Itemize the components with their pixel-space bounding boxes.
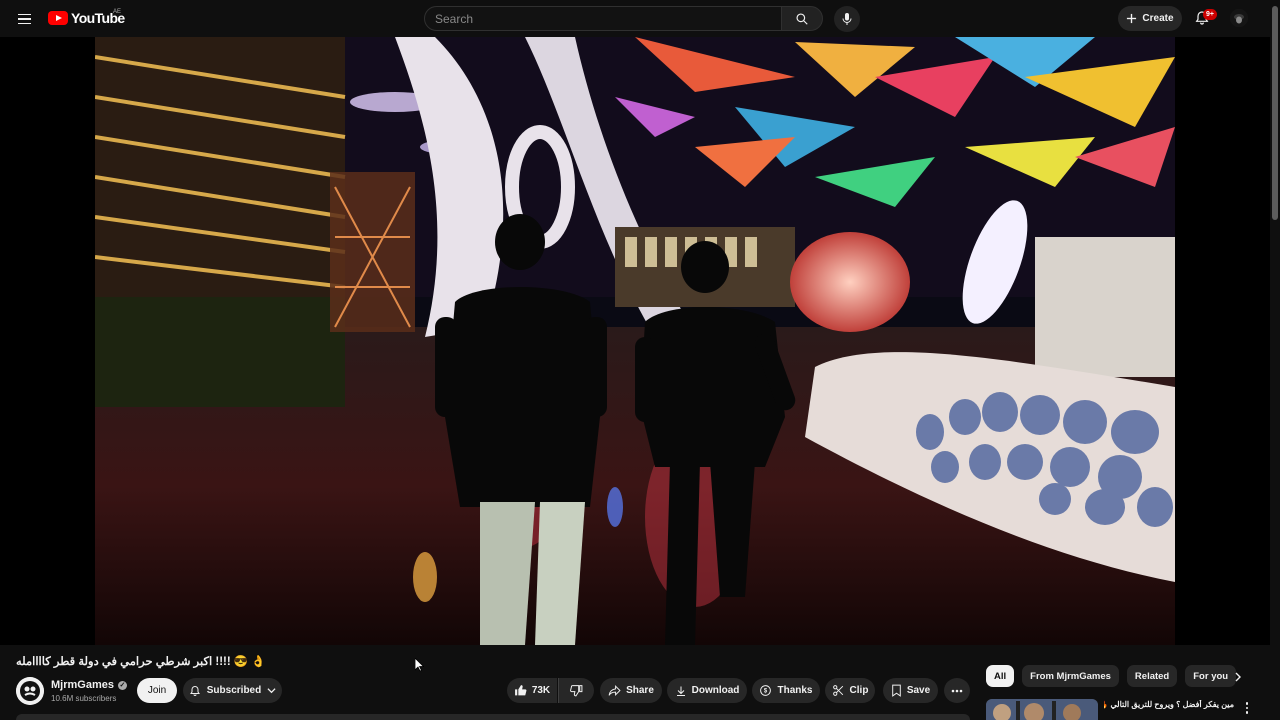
- video-frame[interactable]: [95, 37, 1175, 645]
- share-button[interactable]: Share: [600, 678, 662, 703]
- save-button[interactable]: Save: [883, 678, 938, 703]
- notification-badge: 9+: [1203, 9, 1217, 20]
- description-box[interactable]: [16, 714, 970, 720]
- mouse-cursor-icon: [415, 658, 424, 672]
- region-code: AE: [113, 9, 122, 15]
- thumbnail-image: [986, 699, 1098, 720]
- video-player[interactable]: [0, 37, 1270, 645]
- bell-icon: [189, 685, 200, 696]
- subscriber-count: 10.6M subscribers: [51, 694, 117, 703]
- save-label: Save: [906, 685, 931, 696]
- subscribed-label: Subscribed: [206, 685, 262, 696]
- channel-avatar[interactable]: [16, 677, 44, 705]
- page-scrollbar-thumb[interactable]: [1272, 6, 1278, 220]
- search-box[interactable]: [424, 6, 782, 31]
- search-button[interactable]: [781, 6, 823, 31]
- masthead: YouTube AE Create 9+: [0, 0, 1280, 37]
- youtube-play-icon: [48, 11, 68, 25]
- thumbs-up-icon: [514, 685, 527, 696]
- voice-search-button[interactable]: [834, 6, 860, 32]
- search-input[interactable]: [435, 11, 781, 26]
- microphone-icon: [842, 13, 852, 25]
- avatar-image: [1230, 9, 1248, 27]
- channel-name[interactable]: MjrmGames: [51, 679, 114, 691]
- chip-from-channel[interactable]: From MjrmGames: [1022, 665, 1119, 687]
- account-avatar[interactable]: [1230, 9, 1248, 27]
- channel-logo-icon: [16, 677, 44, 705]
- like-button[interactable]: 73K: [507, 678, 557, 703]
- recommendation-thumbnail[interactable]: [986, 699, 1098, 720]
- download-button[interactable]: Download: [667, 678, 747, 703]
- recommendation-menu-button[interactable]: [1240, 700, 1254, 716]
- chevron-down-icon: [267, 688, 276, 694]
- share-icon: [608, 684, 621, 697]
- channel-name-row[interactable]: MjrmGames ✓: [51, 679, 127, 691]
- thanks-icon: $: [760, 685, 772, 696]
- bookmark-icon: [892, 684, 901, 697]
- more-actions-button[interactable]: [944, 678, 970, 703]
- menu-icon[interactable]: [12, 7, 36, 31]
- clip-label: Clip: [849, 685, 869, 696]
- chips-next-button[interactable]: [1229, 667, 1247, 687]
- video-title: اكبر شرطي حرامي في دولة قطر كاااامله !!!…: [16, 656, 266, 668]
- more-horizontal-icon: [951, 689, 963, 692]
- thanks-button[interactable]: $ Thanks: [752, 678, 820, 703]
- thanks-label: Thanks: [777, 685, 813, 696]
- chip-all[interactable]: All: [986, 665, 1015, 687]
- clip-button[interactable]: Clip: [825, 678, 875, 703]
- create-button[interactable]: Create: [1118, 6, 1182, 31]
- create-label: Create: [1142, 13, 1174, 24]
- recommendation-title[interactable]: مين يفكر أفضل ؟ ويروح للتريق التالي 🔥: [1104, 700, 1234, 709]
- dislike-button[interactable]: [558, 678, 594, 703]
- filter-chips: All From MjrmGames Related For you: [986, 665, 1237, 687]
- scissors-icon: [832, 685, 843, 696]
- verified-icon: ✓: [117, 680, 127, 690]
- svg-text:$: $: [764, 689, 768, 695]
- join-button[interactable]: Join: [137, 678, 177, 703]
- search-icon: [796, 12, 808, 25]
- plus-icon: [1127, 13, 1137, 24]
- video-scene: [95, 37, 1175, 645]
- chevron-right-icon: [1235, 672, 1241, 682]
- download-label: Download: [691, 685, 740, 696]
- thumbs-down-icon: [570, 685, 583, 697]
- download-icon: [676, 686, 685, 696]
- like-count: 73K: [531, 685, 551, 696]
- chip-related[interactable]: Related: [1126, 665, 1178, 687]
- share-label: Share: [626, 685, 654, 696]
- subscribed-button[interactable]: Subscribed: [183, 678, 282, 703]
